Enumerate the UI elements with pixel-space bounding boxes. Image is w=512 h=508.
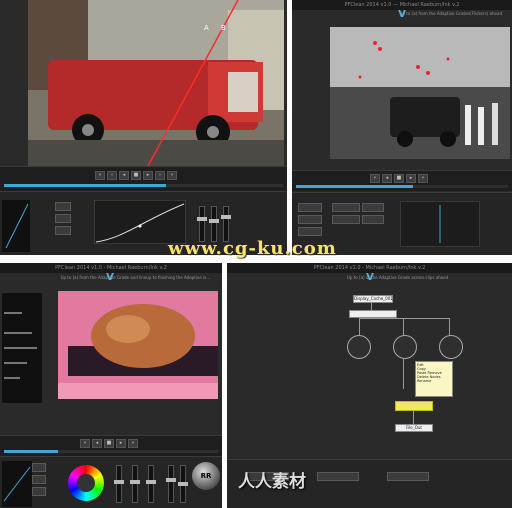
property-field-2[interactable]: [317, 472, 359, 481]
grade-slider-1[interactable]: [197, 206, 207, 242]
timeline-scrubber[interactable]: [4, 184, 283, 187]
param-field-4[interactable]: [362, 215, 384, 224]
site-name-watermark: 人人素材: [238, 472, 306, 492]
grade-node-3[interactable]: [439, 335, 463, 359]
forward-button[interactable]: »: [128, 439, 138, 448]
grade-slider-3[interactable]: [221, 206, 231, 242]
crowd-frame: [330, 27, 510, 159]
timeline[interactable]: « ‹ ◂ ■ ▸ › »: [0, 166, 287, 191]
panel-top-left: A B « ‹ ◂ ■ ▸ › »: [0, 0, 287, 255]
stop-button[interactable]: ■: [394, 174, 404, 183]
site-watermark: www.cg-ku.com: [168, 238, 337, 259]
timeline-scrubber[interactable]: [296, 185, 508, 188]
slider-green[interactable]: [130, 465, 140, 503]
slider-blue[interactable]: [146, 465, 156, 503]
grade-slider-2[interactable]: [209, 206, 219, 242]
transport-controls: « ◂ ■ ▸ »: [370, 174, 428, 183]
turkey-frame: [58, 291, 218, 399]
option-dropdown-3[interactable]: [298, 227, 322, 236]
forward-button[interactable]: »: [167, 171, 177, 180]
mode-button-2[interactable]: [32, 475, 46, 484]
panel-top-right: PFClean 2014 v1.0 — Michael Raeburn/Ink …: [292, 0, 512, 255]
rewind-button[interactable]: «: [370, 174, 380, 183]
splitter-node[interactable]: [349, 310, 397, 318]
menu-item-rename[interactable]: Rename: [417, 379, 451, 383]
status-message: Up to (a) from the Adaptive Grades(Flick…: [399, 11, 502, 16]
color-wheel-panel: [0, 456, 222, 508]
color-wheel[interactable]: [68, 465, 104, 501]
option-dropdown-1[interactable]: [298, 203, 322, 212]
waveform-scope: [2, 461, 32, 507]
grade-node-2[interactable]: [393, 335, 417, 359]
video-viewer-firetruck: A B: [28, 0, 284, 167]
histogram-scope: [2, 293, 42, 403]
channel-button-1[interactable]: [55, 202, 71, 211]
selected-node[interactable]: [395, 401, 433, 411]
grade-node-1[interactable]: [347, 335, 371, 359]
watermark-logo-icon: RR: [192, 462, 220, 490]
stop-button[interactable]: ■: [131, 171, 141, 180]
wipe-label-b: B: [221, 24, 226, 32]
transport-controls: « ◂ ■ ▸ »: [80, 439, 138, 448]
property-field-3[interactable]: [387, 472, 429, 481]
histogram-waveform: [2, 200, 30, 252]
flicker-graph[interactable]: [400, 201, 480, 247]
context-menu: Edit Copy Paste Remove Delete Nodes Rena…: [415, 361, 453, 397]
param-field-3[interactable]: [362, 203, 384, 212]
timeline[interactable]: « ◂ ■ ▸ »: [292, 170, 512, 191]
wipe-label-a: A: [204, 24, 209, 32]
play-back-button[interactable]: ◂: [119, 171, 129, 180]
firetruck-frame: [28, 0, 284, 167]
mode-button-1[interactable]: [32, 463, 46, 472]
channel-button-2[interactable]: [55, 214, 71, 223]
timeline-scrubber[interactable]: [4, 450, 218, 453]
video-viewer-turkey: [58, 291, 218, 399]
forward-button[interactable]: »: [418, 174, 428, 183]
option-dropdown-2[interactable]: [298, 215, 322, 224]
status-message: Up to (a) from the Adaptive Grade and li…: [60, 275, 210, 280]
play-button[interactable]: ▸: [406, 174, 416, 183]
slider-red[interactable]: [114, 465, 124, 503]
slider-lum[interactable]: [178, 465, 188, 503]
slider-sat[interactable]: [166, 465, 176, 503]
panel-bottom-left: PFClean 2014 v1.0 - Michael Raeburn/Ink …: [0, 263, 222, 508]
mode-button-3[interactable]: [32, 487, 46, 496]
node-graph[interactable]: Display_Cache_001 Edit Copy Paste Remove…: [227, 285, 512, 455]
play-back-button[interactable]: ◂: [92, 439, 102, 448]
rewind-button[interactable]: «: [95, 171, 105, 180]
play-button[interactable]: ▸: [116, 439, 126, 448]
play-back-button[interactable]: ◂: [382, 174, 392, 183]
param-field-2[interactable]: [332, 215, 360, 224]
channel-button-3[interactable]: [55, 226, 71, 235]
output-node[interactable]: File_Out: [395, 424, 433, 432]
status-message: Up to (a) of the Adaptive Grade across c…: [347, 275, 449, 280]
source-node[interactable]: Display_Cache_001: [353, 295, 393, 303]
video-viewer-crowd: [330, 27, 510, 159]
param-field-1[interactable]: [332, 203, 360, 212]
next-frame-button[interactable]: ›: [155, 171, 165, 180]
rewind-button[interactable]: «: [80, 439, 90, 448]
transport-controls: « ‹ ◂ ■ ▸ › »: [95, 171, 177, 180]
play-button[interactable]: ▸: [143, 171, 153, 180]
stop-button[interactable]: ■: [104, 439, 114, 448]
prev-frame-button[interactable]: ‹: [107, 171, 117, 180]
timeline[interactable]: « ◂ ■ ▸ »: [0, 435, 222, 456]
